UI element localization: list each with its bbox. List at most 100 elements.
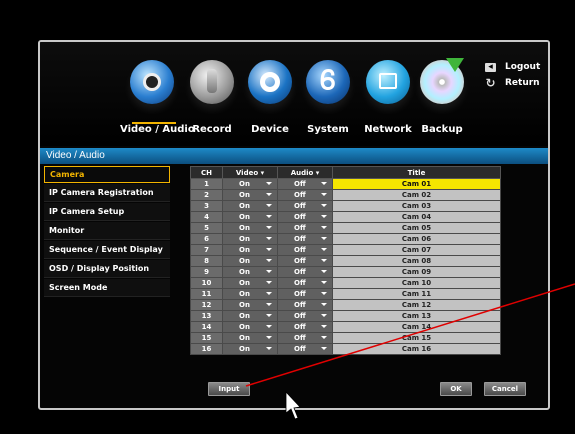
page-title: Video / Audio: [40, 148, 548, 164]
sort-down-icon: ▾: [260, 168, 265, 177]
video-value: On: [239, 223, 250, 232]
table-row[interactable]: 12 On Off Cam 12: [190, 299, 501, 311]
audio-select[interactable]: Off: [277, 222, 333, 234]
video-select[interactable]: On: [222, 277, 278, 289]
audio-select[interactable]: Off: [277, 332, 333, 344]
dropdown-arrow-icon: [321, 237, 327, 240]
title-field[interactable]: Cam 10: [332, 277, 501, 289]
table-row[interactable]: 4 On Off Cam 04: [190, 211, 501, 223]
title-field[interactable]: Cam 07: [332, 244, 501, 256]
audio-select[interactable]: Off: [277, 200, 333, 212]
nav-device[interactable]: Device: [238, 60, 302, 135]
audio-select[interactable]: Off: [277, 321, 333, 333]
video-select[interactable]: On: [222, 178, 278, 190]
audio-select[interactable]: Off: [277, 299, 333, 311]
table-row[interactable]: 2 On Off Cam 02: [190, 189, 501, 201]
title-field[interactable]: Cam 03: [332, 200, 501, 212]
title-field[interactable]: Cam 15: [332, 332, 501, 344]
title-field[interactable]: Cam 16: [332, 343, 501, 355]
audio-value: Off: [294, 311, 306, 320]
video-value: On: [239, 256, 250, 265]
nav-system[interactable]: System: [296, 60, 360, 135]
sidebar-item-ip-camera-registration[interactable]: IP Camera Registration: [44, 184, 170, 202]
video-select[interactable]: On: [222, 332, 278, 344]
title-field[interactable]: Cam 04: [332, 211, 501, 223]
video-select[interactable]: On: [222, 288, 278, 300]
sidebar-item-ip-camera-setup[interactable]: IP Camera Setup: [44, 203, 170, 221]
video-select[interactable]: On: [222, 310, 278, 322]
video-select[interactable]: On: [222, 255, 278, 267]
audio-select[interactable]: Off: [277, 255, 333, 267]
title-field[interactable]: Cam 02: [332, 189, 501, 201]
title-field[interactable]: Cam 12: [332, 299, 501, 311]
audio-select[interactable]: Off: [277, 244, 333, 256]
audio-value: Off: [294, 289, 306, 298]
network-icon: [366, 60, 410, 104]
table-row[interactable]: 1 On Off Cam 01: [190, 178, 501, 190]
dropdown-arrow-icon: [266, 336, 272, 339]
return-link[interactable]: ↻ Return: [485, 75, 540, 91]
table-row[interactable]: 5 On Off Cam 05: [190, 222, 501, 234]
table-row[interactable]: 9 On Off Cam 09: [190, 266, 501, 278]
header-audio[interactable]: Audio ▾: [277, 166, 333, 179]
table-row[interactable]: 3 On Off Cam 03: [190, 200, 501, 212]
audio-select[interactable]: Off: [277, 277, 333, 289]
sidebar-item-sequence-event-display[interactable]: Sequence / Event Display: [44, 241, 170, 259]
sidebar-item-camera[interactable]: Camera: [44, 166, 170, 183]
video-select[interactable]: On: [222, 233, 278, 245]
ok-button[interactable]: OK: [440, 382, 472, 396]
audio-select[interactable]: Off: [277, 288, 333, 300]
audio-select[interactable]: Off: [277, 211, 333, 223]
audio-select[interactable]: Off: [277, 189, 333, 201]
title-field[interactable]: Cam 01: [332, 178, 501, 190]
title-field[interactable]: Cam 09: [332, 266, 501, 278]
title-field[interactable]: Cam 14: [332, 321, 501, 333]
title-field[interactable]: Cam 05: [332, 222, 501, 234]
video-select[interactable]: On: [222, 200, 278, 212]
nav-record[interactable]: Record: [180, 60, 244, 135]
audio-value: Off: [294, 278, 306, 287]
video-select[interactable]: On: [222, 189, 278, 201]
video-select[interactable]: On: [222, 244, 278, 256]
table-row[interactable]: 14 On Off Cam 14: [190, 321, 501, 333]
video-select[interactable]: On: [222, 299, 278, 311]
sidebar-item-osd-display-position[interactable]: OSD / Display Position: [44, 260, 170, 278]
nav-backup[interactable]: Backup: [410, 58, 474, 135]
dropdown-arrow-icon: [321, 270, 327, 273]
video-value: On: [239, 179, 250, 188]
cancel-button[interactable]: Cancel: [484, 382, 526, 396]
nav-video-audio[interactable]: Video / Audio: [120, 60, 195, 135]
video-select[interactable]: On: [222, 266, 278, 278]
nav-label: Backup: [421, 124, 463, 135]
logout-link[interactable]: ◂ Logout: [485, 59, 540, 75]
table-row[interactable]: 13 On Off Cam 13: [190, 310, 501, 322]
audio-select[interactable]: Off: [277, 266, 333, 278]
video-select[interactable]: On: [222, 343, 278, 355]
sidebar-item-screen-mode[interactable]: Screen Mode: [44, 279, 170, 297]
audio-value: Off: [294, 245, 306, 254]
sidebar-item-monitor[interactable]: Monitor: [44, 222, 170, 240]
table-row[interactable]: 10 On Off Cam 10: [190, 277, 501, 289]
title-field[interactable]: Cam 11: [332, 288, 501, 300]
return-icon: ↻: [485, 76, 496, 90]
table-row[interactable]: 6 On Off Cam 06: [190, 233, 501, 245]
header-video[interactable]: Video ▾: [222, 166, 278, 179]
title-field[interactable]: Cam 13: [332, 310, 501, 322]
table-row[interactable]: 7 On Off Cam 07: [190, 244, 501, 256]
table-row[interactable]: 8 On Off Cam 08: [190, 255, 501, 267]
video-select[interactable]: On: [222, 222, 278, 234]
audio-select[interactable]: Off: [277, 178, 333, 190]
title-field[interactable]: Cam 06: [332, 233, 501, 245]
audio-select[interactable]: Off: [277, 343, 333, 355]
audio-select[interactable]: Off: [277, 233, 333, 245]
table-row[interactable]: 16 On Off Cam 16: [190, 343, 501, 355]
table-row[interactable]: 11 On Off Cam 11: [190, 288, 501, 300]
audio-value: Off: [294, 256, 306, 265]
title-field[interactable]: Cam 08: [332, 255, 501, 267]
audio-select[interactable]: Off: [277, 310, 333, 322]
table-row[interactable]: 15 On Off Cam 15: [190, 332, 501, 344]
video-select[interactable]: On: [222, 321, 278, 333]
input-button[interactable]: Input: [208, 382, 250, 396]
video-select[interactable]: On: [222, 211, 278, 223]
dropdown-arrow-icon: [266, 182, 272, 185]
